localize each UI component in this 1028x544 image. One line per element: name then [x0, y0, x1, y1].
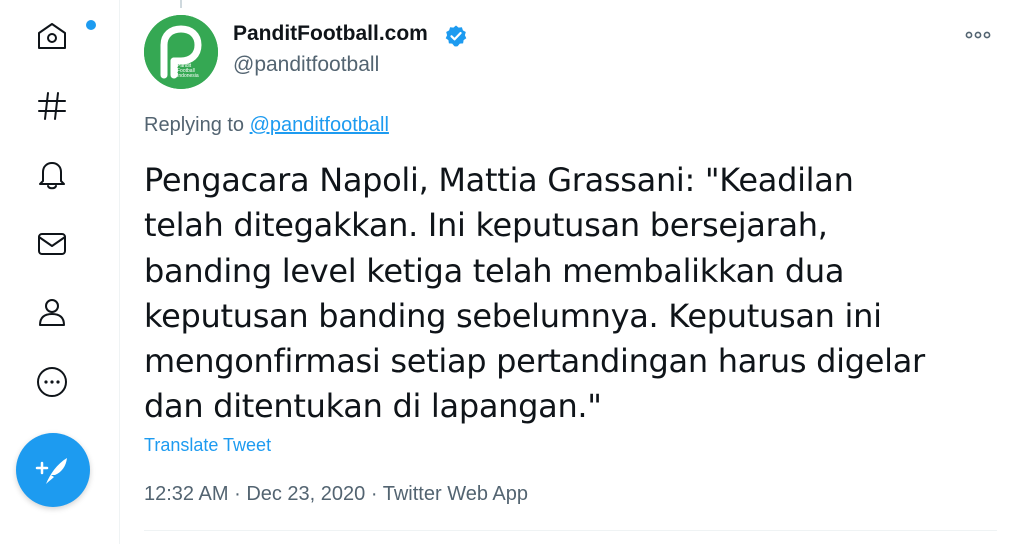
- compose-tweet-button[interactable]: [16, 433, 90, 507]
- mail-icon: [38, 233, 66, 255]
- tweet-text: Pengacara Napoli, Mattia Grassani: "Kead…: [144, 161, 925, 426]
- meta-separator: ·: [370, 483, 378, 505]
- pandit-football-logo: Pandit Football Indonesia: [144, 15, 218, 89]
- nav-notifications[interactable]: [26, 148, 78, 200]
- tweet-more-button[interactable]: [958, 20, 998, 50]
- divider: [144, 530, 997, 531]
- author-display-name[interactable]: PanditFootball.com: [233, 22, 428, 46]
- bell-icon: [39, 162, 65, 190]
- meta-separator: ·: [234, 483, 241, 505]
- tweet-meta: 12:32 AM · Dec 23, 2020 · Twitter Web Ap…: [144, 483, 528, 506]
- nav-more[interactable]: [26, 356, 78, 408]
- author-handle[interactable]: @panditfootball: [233, 53, 379, 77]
- avatar[interactable]: Pandit Football Indonesia: [144, 15, 218, 89]
- svg-text:Indonesia: Indonesia: [177, 73, 199, 79]
- thread-connector: [180, 0, 182, 8]
- app: Pandit Football Indonesia PanditFootball…: [0, 0, 1028, 544]
- tweet-source[interactable]: Twitter Web App: [383, 483, 528, 505]
- profile-icon: [39, 299, 65, 326]
- notification-dot: [86, 20, 96, 30]
- tweet-date[interactable]: Dec 23, 2020: [246, 483, 365, 505]
- nav-home[interactable]: [26, 10, 96, 62]
- replying-to: Replying to @panditfootball: [144, 114, 389, 137]
- more-circle-icon: [37, 367, 67, 397]
- translate-tweet-link[interactable]: Translate Tweet: [144, 435, 271, 456]
- nav-messages[interactable]: [26, 218, 78, 270]
- nav-explore[interactable]: [26, 80, 78, 132]
- home-icon: [38, 23, 66, 49]
- tweet-detail: Pandit Football Indonesia PanditFootball…: [119, 0, 1028, 544]
- replying-to-link[interactable]: @panditfootball: [250, 114, 389, 136]
- feather-plus-icon: [35, 458, 67, 484]
- replying-to-label: Replying to: [144, 114, 245, 136]
- verified-badge-icon: [445, 25, 467, 47]
- nav-profile[interactable]: [26, 286, 78, 338]
- more-horizontal-icon: [965, 31, 991, 39]
- tweet-time[interactable]: 12:32 AM: [144, 483, 229, 505]
- hashtag-icon: [38, 92, 66, 120]
- sidebar-nav: [0, 0, 118, 544]
